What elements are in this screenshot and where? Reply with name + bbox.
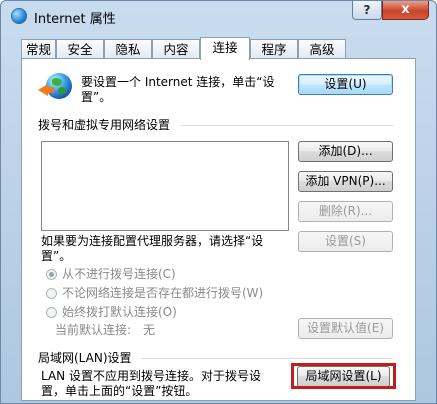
title-bar[interactable]: Internet 属性 ? x: [1, 1, 436, 31]
proxy-instruction-line2: 置”。: [41, 249, 72, 263]
internet-properties-window: Internet 属性 ? x 常规 安全 隐私 内容 连接 程序 高级 要设置…: [0, 0, 437, 404]
window-title: Internet 属性: [34, 12, 116, 27]
lan-settings-highlight-box: [291, 363, 396, 389]
tab-content[interactable]: 内容: [152, 39, 200, 59]
lan-heading: 局域网(LAN)设置: [38, 351, 132, 365]
close-button[interactable]: x: [382, 1, 429, 20]
tab-advanced[interactable]: 高级: [298, 39, 346, 59]
globe-connection-icon: [38, 71, 72, 105]
never-dial-label: 从不进行拨号连接(C): [62, 267, 176, 281]
dial-whenever-label: 不论网络连接是否存在都进行拨号(W): [62, 286, 264, 300]
radio-never-dial[interactable]: [46, 269, 57, 280]
radio-always-dial-default[interactable]: [46, 307, 57, 318]
radio-dial-whenever-no-network[interactable]: [46, 288, 57, 299]
tab-security[interactable]: 安全: [56, 39, 104, 59]
tab-programs[interactable]: 程序: [250, 39, 298, 59]
set-default-button[interactable]: 设置默认值(E): [298, 318, 393, 339]
setup-button[interactable]: 设置(U): [298, 74, 393, 95]
remove-button[interactable]: 删除(R)...: [298, 201, 393, 222]
tab-general[interactable]: 常规: [21, 39, 56, 59]
always-dial-label: 始终拨打默认连接(O): [62, 305, 177, 319]
connections-list[interactable]: [41, 141, 289, 231]
lan-instruction-line1: LAN 设置不应用到拨号连接。对于拨号设: [41, 369, 261, 383]
internet-explorer-icon: [11, 8, 27, 24]
current-default-value: 无: [143, 323, 156, 337]
dialup-divider: [181, 125, 393, 126]
add-vpn-button[interactable]: 添加 VPN(P)...: [298, 171, 393, 192]
tab-connections[interactable]: 连接: [200, 37, 250, 60]
lan-instruction-line2: 置，单击上面的“设置”按钮。: [41, 384, 198, 398]
current-default-label: 当前默认连接:: [55, 323, 132, 337]
help-button[interactable]: ?: [352, 1, 382, 20]
lan-divider: [141, 358, 393, 359]
add-button[interactable]: 添加(D)...: [298, 141, 393, 162]
tab-privacy[interactable]: 隐私: [104, 39, 152, 59]
setup-instruction-line2: 置”。: [81, 90, 112, 104]
dialup-heading: 拨号和虚拟专用网络设置: [38, 118, 171, 132]
dialup-settings-button[interactable]: 设置(S): [298, 231, 393, 252]
proxy-instruction-line1: 如果要为连接配置代理服务器，请选择“设: [41, 234, 264, 248]
setup-instruction-line1: 要设置一个 Internet 连接，单击“设: [81, 75, 275, 89]
